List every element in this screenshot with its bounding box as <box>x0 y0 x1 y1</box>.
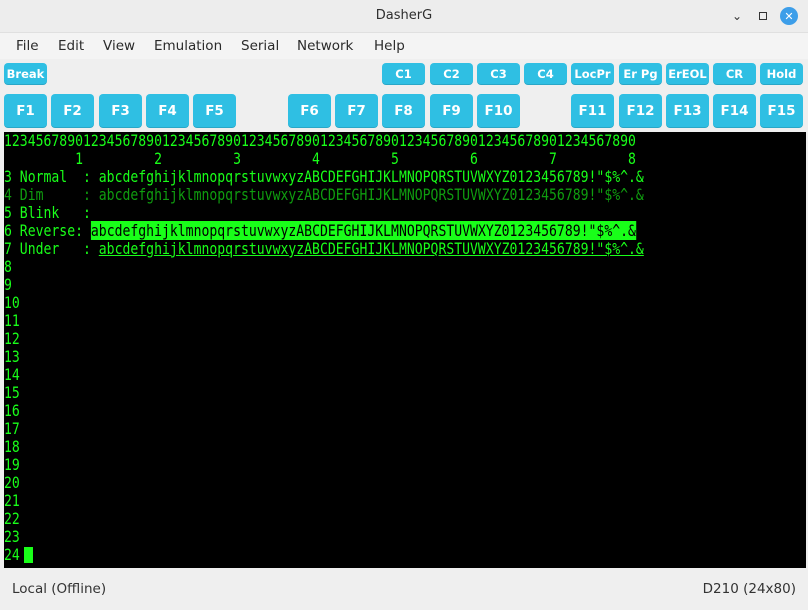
f7-button[interactable]: F7 <box>335 94 378 128</box>
terminal-text: 7 Under : <box>4 239 99 258</box>
terminal-text: 11 <box>4 311 20 330</box>
terminal-line: 1 2 3 4 5 6 7 8 <box>4 150 636 168</box>
f5-button[interactable]: F5 <box>193 94 236 128</box>
terminal-line: 21 <box>4 492 20 510</box>
menu-serial[interactable]: Serial <box>241 38 279 54</box>
terminal-line: 12 <box>4 330 20 348</box>
locpr-button[interactable]: LocPr <box>571 63 614 85</box>
terminal-text: 1 2 3 4 5 6 7 8 <box>4 149 636 168</box>
terminal-line: 8 <box>4 258 12 276</box>
f12-button[interactable]: F12 <box>619 94 662 128</box>
terminal-text: 9 <box>4 275 12 294</box>
emulation-mode: D210 (24x80) <box>702 581 796 597</box>
terminal-line: 24 <box>4 546 20 564</box>
terminal-line: 18 <box>4 438 20 456</box>
terminal-line: 7 Under : abcdefghijklmnopqrstuvwxyzABCD… <box>4 240 644 258</box>
maximize-icon[interactable] <box>754 7 772 25</box>
f6-button[interactable]: F6 <box>288 94 331 128</box>
terminal-line: 20 <box>4 474 20 492</box>
f13-button[interactable]: F13 <box>666 94 709 128</box>
c3-button[interactable]: C3 <box>477 63 520 85</box>
title-bar: DasherG ⌄ ✕ <box>0 0 808 33</box>
terminal-line: 15 <box>4 384 20 402</box>
terminal-text: 24 <box>4 545 20 564</box>
terminal-line: 16 <box>4 402 20 420</box>
terminal-text: 5 Blink : <box>4 203 91 222</box>
minimize-icon[interactable]: ⌄ <box>728 7 746 25</box>
break-button[interactable]: Break <box>4 63 47 85</box>
terminal-line: 22 <box>4 510 20 528</box>
connection-status: Local (Offline) <box>12 581 107 597</box>
c2-button[interactable]: C2 <box>430 63 473 85</box>
terminal-text: 22 <box>4 509 20 528</box>
terminal-text: 4 Dim : <box>4 185 99 204</box>
terminal-text: 3 Normal : <box>4 167 99 186</box>
f9-button[interactable]: F9 <box>430 94 473 128</box>
c4-button[interactable]: C4 <box>524 63 567 85</box>
f10-button[interactable]: F10 <box>477 94 520 128</box>
terminal-screen[interactable]: 1234567890123456789012345678901234567890… <box>4 132 806 568</box>
terminal-text: 18 <box>4 437 20 456</box>
terminal-line: 1234567890123456789012345678901234567890… <box>4 132 636 150</box>
terminal-line: 17 <box>4 420 20 438</box>
terminal-text: abcdefghijklmnopqrstuvwxyzABCDEFGHIJKLMN… <box>90 221 636 240</box>
terminal-text: 16 <box>4 401 20 420</box>
terminal-cursor <box>24 547 33 563</box>
terminal-text: abcdefghijklmnopqrstuvwxyzABCDEFGHIJKLMN… <box>98 185 644 204</box>
menu-view[interactable]: View <box>103 38 135 54</box>
terminal-line: 10 <box>4 294 20 312</box>
terminal-text: abcdefghijklmnopqrstuvwxyzABCDEFGHIJKLMN… <box>98 167 644 186</box>
f1-button[interactable]: F1 <box>4 94 47 128</box>
erase-eol-button[interactable]: ErEOL <box>666 63 709 85</box>
terminal-text: 20 <box>4 473 20 492</box>
f3-button[interactable]: F3 <box>99 94 142 128</box>
f4-button[interactable]: F4 <box>146 94 189 128</box>
f14-button[interactable]: F14 <box>713 94 756 128</box>
terminal-text: 21 <box>4 491 20 510</box>
terminal-line: 5 Blink : <box>4 204 91 222</box>
window-title: DasherG <box>375 8 433 23</box>
terminal-text: 17 <box>4 419 20 438</box>
terminal-line: 3 Normal : abcdefghijklmnopqrstuvwxyzABC… <box>4 168 644 186</box>
terminal-text: 10 <box>4 293 20 312</box>
terminal-text: 1234567890123456789012345678901234567890… <box>4 132 636 150</box>
terminal-line: 4 Dim : abcdefghijklmnopqrstuvwxyzABCDEF… <box>4 186 644 204</box>
terminal-text: 14 <box>4 365 20 384</box>
terminal-text: 15 <box>4 383 20 402</box>
terminal-text: 8 <box>4 257 12 276</box>
menu-emulation[interactable]: Emulation <box>154 38 222 54</box>
terminal-line: 19 <box>4 456 20 474</box>
erase-page-button[interactable]: Er Pg <box>619 63 662 85</box>
menu-edit[interactable]: Edit <box>58 38 84 54</box>
terminal-line: 23 <box>4 528 20 546</box>
terminal-line: 6 Reverse: abcdefghijklmnopqrstuvwxyzABC… <box>4 221 636 240</box>
menu-bar: File Edit View Emulation Serial Network … <box>0 33 808 59</box>
terminal-line: 11 <box>4 312 20 330</box>
c1-button[interactable]: C1 <box>382 63 425 85</box>
close-icon[interactable]: ✕ <box>780 7 798 25</box>
menu-network[interactable]: Network <box>297 38 353 54</box>
hold-button[interactable]: Hold <box>760 63 803 85</box>
terminal-text: abcdefghijklmnopqrstuvwxyzABCDEFGHIJKLMN… <box>98 239 644 258</box>
terminal-line: 14 <box>4 366 20 384</box>
terminal-line: 9 <box>4 276 12 294</box>
terminal-text: 6 Reverse: <box>4 221 91 240</box>
menu-help[interactable]: Help <box>374 38 405 54</box>
status-bar: Local (Offline) D210 (24x80) <box>0 568 808 610</box>
terminal-text: 12 <box>4 329 20 348</box>
terminal-text: 23 <box>4 527 20 546</box>
menu-file[interactable]: File <box>16 38 39 54</box>
f11-button[interactable]: F11 <box>571 94 614 128</box>
terminal-text: 19 <box>4 455 20 474</box>
terminal-line: 13 <box>4 348 20 366</box>
f2-button[interactable]: F2 <box>51 94 94 128</box>
f15-button[interactable]: F15 <box>760 94 803 128</box>
f8-button[interactable]: F8 <box>382 94 425 128</box>
cr-button[interactable]: CR <box>713 63 756 85</box>
terminal-text: 13 <box>4 347 20 366</box>
